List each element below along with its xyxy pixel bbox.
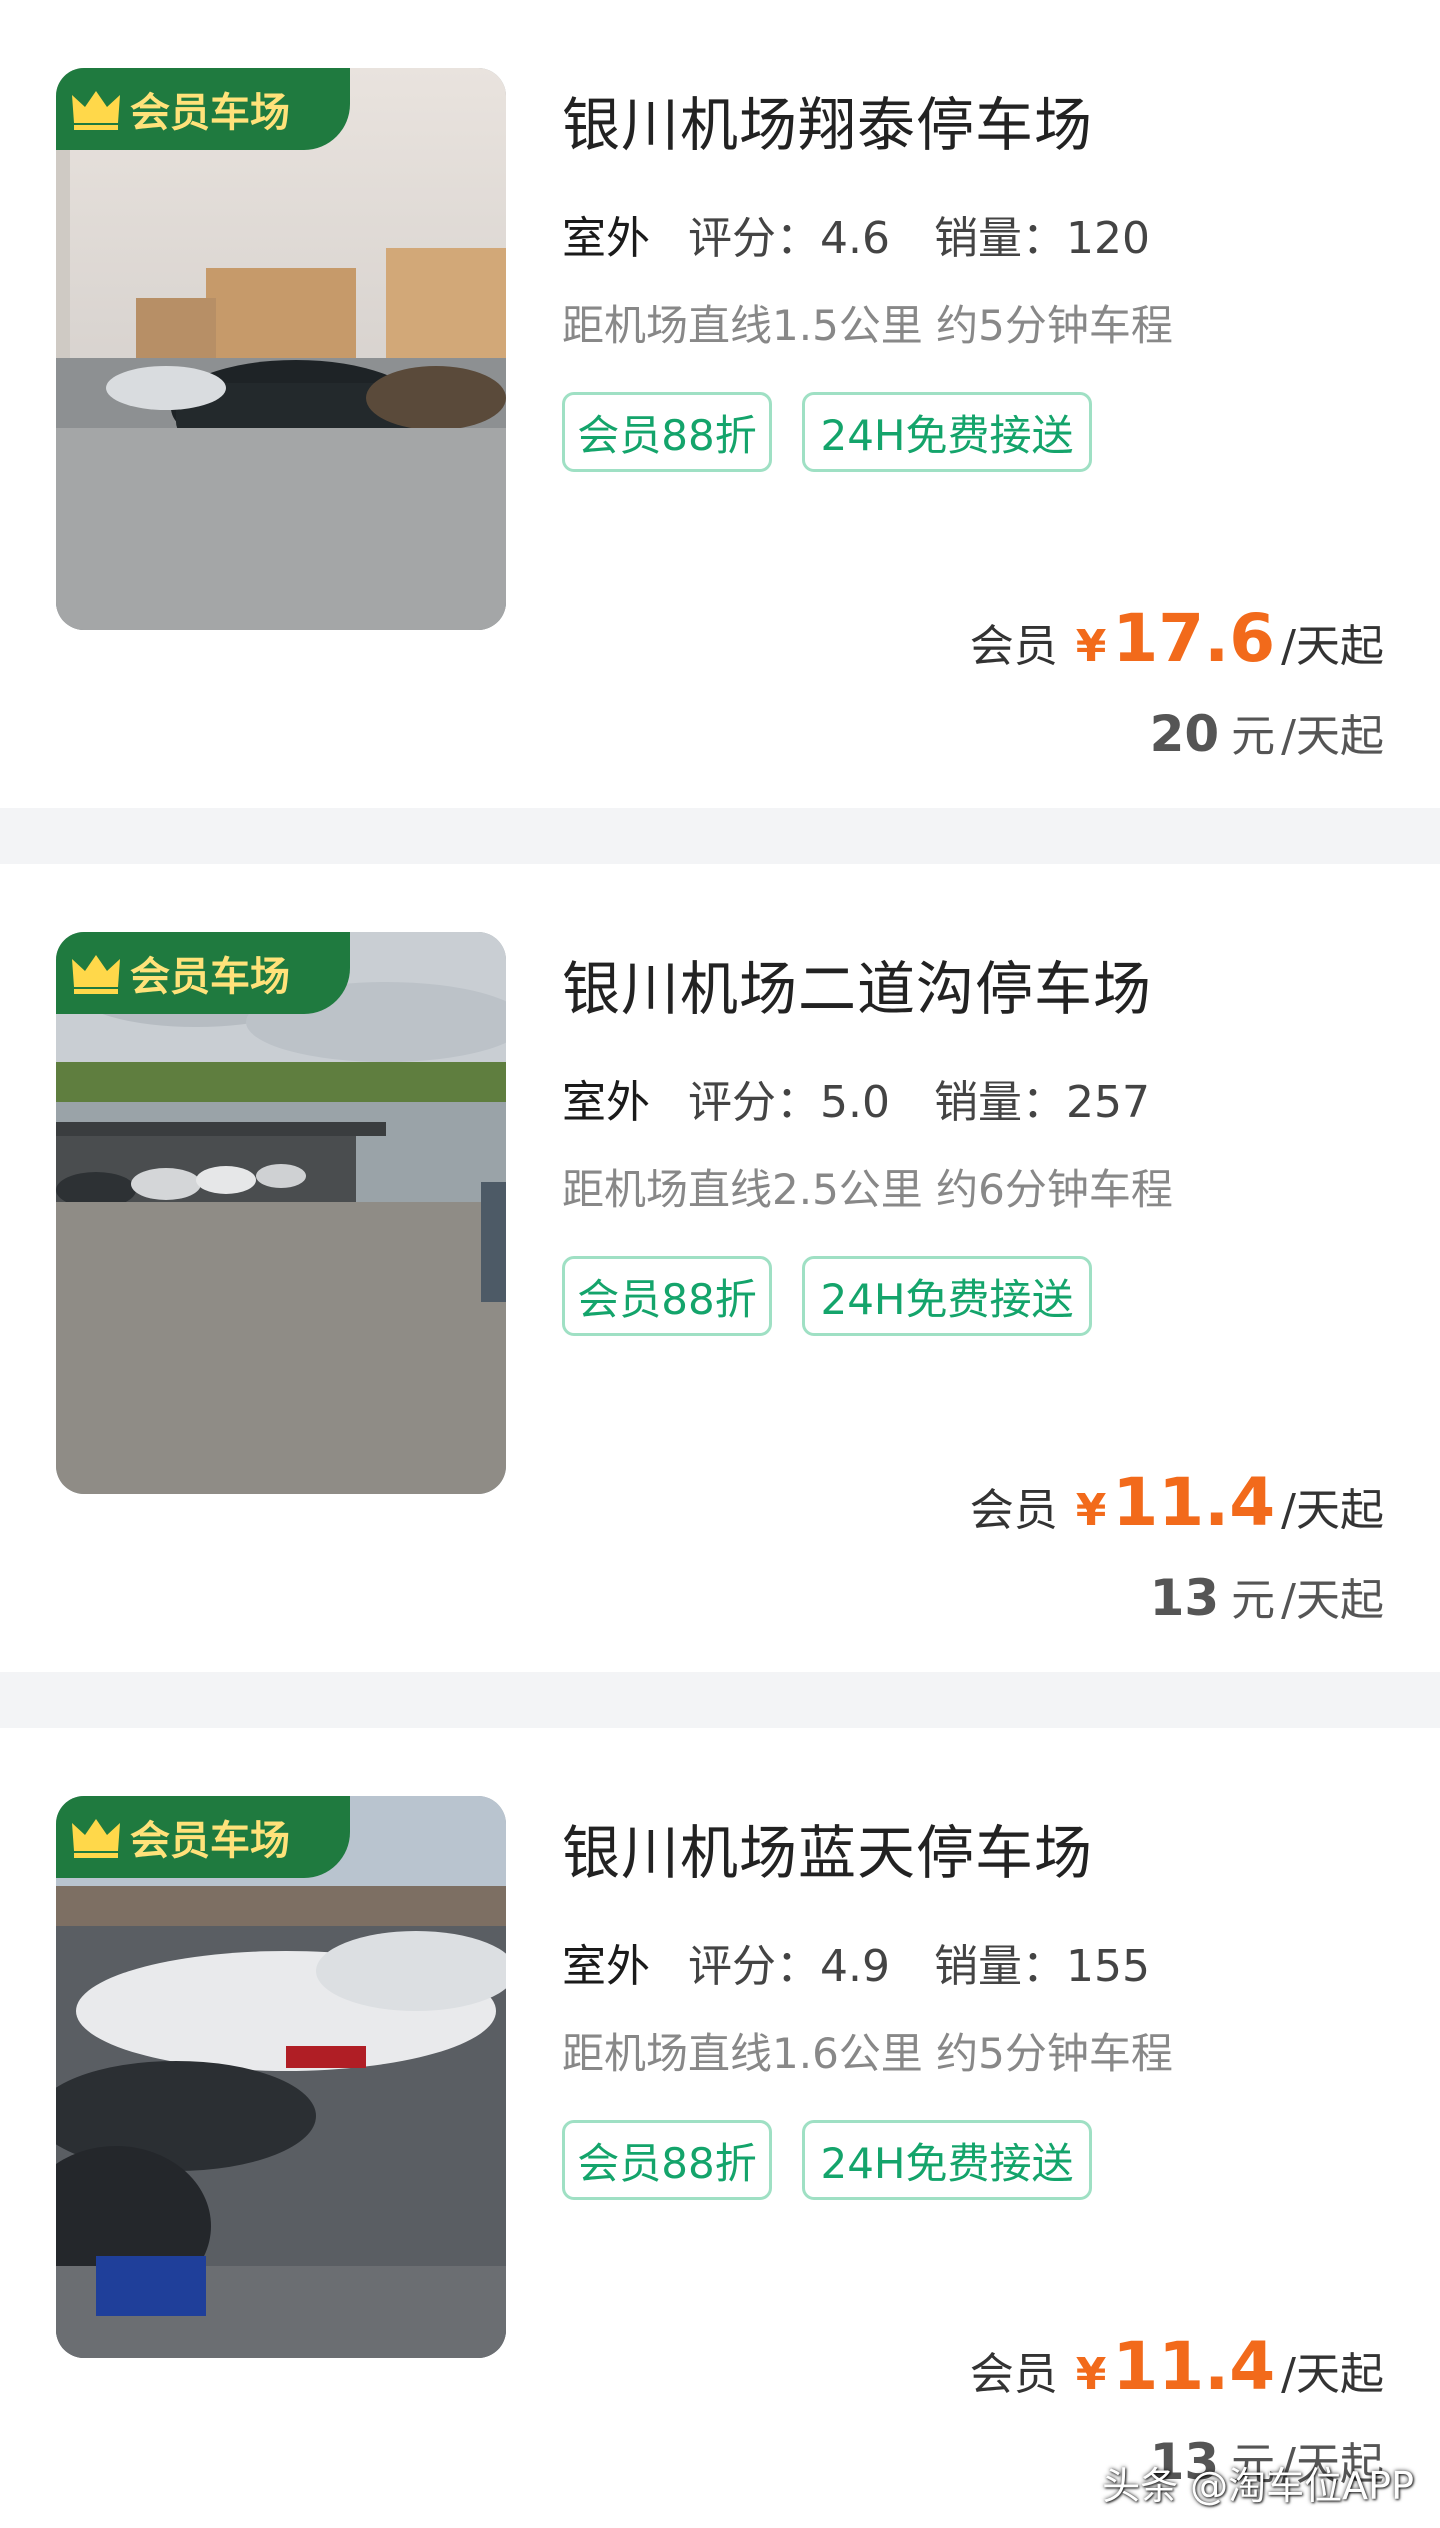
member-price-label: 会员 bbox=[969, 621, 1058, 672]
member-lot-badge: 会员车场 bbox=[56, 1796, 350, 1878]
member-lot-badge-label: 会员车场 bbox=[130, 954, 290, 1000]
parking-lot-meta: 室外 评分： 4.9 销量： 155 bbox=[558, 1930, 1194, 2002]
discount-tag: 会员88折 bbox=[562, 1256, 772, 1336]
parking-lot-card[interactable]: 会员车场 银川机场翔泰停车场 室外 评分： 4.6 销量： 120 距机场直线1… bbox=[0, 0, 1440, 808]
per-day-unit: /天起 bbox=[1281, 2349, 1384, 2400]
distance-text: 距机场直线2.5公里 约6分钟车程 bbox=[562, 1165, 1173, 1214]
currency-symbol: ¥ bbox=[1075, 1485, 1107, 1536]
parking-lot-title[interactable]: 银川机场蓝天停车场 bbox=[562, 1806, 1093, 1890]
distance-text: 距机场直线1.5公里 约5分钟车程 bbox=[562, 301, 1173, 350]
yuan-unit: 元 bbox=[1231, 711, 1276, 762]
member-lot-badge-label: 会员车场 bbox=[130, 1818, 290, 1864]
member-lot-badge: 会员车场 bbox=[56, 68, 350, 150]
member-price: 会员 ¥ 17.6 /天起 bbox=[970, 600, 1384, 677]
parking-lot-card[interactable]: 会员车场 银川机场蓝天停车场 室外 评分： 4.9 销量： 155 距机场直线1… bbox=[0, 1728, 1440, 2528]
lot-type-label: 室外 bbox=[562, 1941, 650, 1992]
parking-lot-title[interactable]: 银川机场翔泰停车场 bbox=[562, 78, 1093, 162]
parking-lot-photo[interactable]: 会员车场 bbox=[56, 68, 506, 630]
parking-lot-photo[interactable]: 会员车场 bbox=[56, 932, 506, 1494]
lot-type-outdoor: 室外 bbox=[558, 1066, 654, 1138]
per-day-unit: /天起 bbox=[1281, 1485, 1384, 1536]
lot-type-label: 室外 bbox=[562, 1077, 650, 1128]
rating-label: 评分： bbox=[688, 1077, 820, 1128]
normal-price: 13 元 /天起 bbox=[1150, 1564, 1384, 1628]
sales-label: 销量： bbox=[933, 1941, 1066, 1992]
lot-type-label: 室外 bbox=[562, 213, 650, 264]
normal-price-value: 20 bbox=[1149, 705, 1220, 763]
member-lot-badge-label: 会员车场 bbox=[130, 90, 290, 136]
sales-label: 销量： bbox=[933, 213, 1066, 264]
parking-lot-photo-image bbox=[56, 1796, 506, 2358]
parking-lot-photo-image bbox=[56, 932, 506, 1494]
per-day-unit: /天起 bbox=[1281, 621, 1384, 672]
normal-price-value: 13 bbox=[1149, 1569, 1220, 1627]
currency-symbol: ¥ bbox=[1075, 2349, 1107, 2400]
member-price-label: 会员 bbox=[969, 2349, 1058, 2400]
card-divider bbox=[0, 1672, 1440, 1728]
normal-price: 20 元 /天起 bbox=[1150, 700, 1384, 764]
lot-type-outdoor: 室外 bbox=[558, 1930, 654, 2002]
card-divider bbox=[0, 808, 1440, 864]
rating-value: 4.6 bbox=[820, 213, 890, 264]
yuan-unit: 元 bbox=[1231, 1575, 1276, 1626]
shuttle-tag: 24H免费接送 bbox=[802, 2120, 1092, 2200]
parking-lot-meta: 室外 评分： 5.0 销量： 257 bbox=[558, 1066, 1194, 1138]
sales-label: 销量： bbox=[933, 1077, 1066, 1128]
member-price-label: 会员 bbox=[969, 1485, 1058, 1536]
rating-label: 评分： bbox=[688, 1941, 820, 1992]
rating-label: 评分： bbox=[688, 213, 820, 264]
rating-value: 5.0 bbox=[820, 1077, 890, 1128]
crown-icon bbox=[72, 955, 120, 994]
parking-lot-card[interactable]: 会员车场 银川机场二道沟停车场 室外 评分： 5.0 销量： 257 距机场直线… bbox=[0, 864, 1440, 1672]
watermark: 头条 @淘车位APP bbox=[1102, 2464, 1414, 2508]
member-lot-badge: 会员车场 bbox=[56, 932, 350, 1014]
discount-tag: 会员88折 bbox=[562, 392, 772, 472]
sales-value: 257 bbox=[1065, 1077, 1150, 1128]
sales-value: 120 bbox=[1065, 213, 1150, 264]
currency-symbol: ¥ bbox=[1075, 621, 1107, 672]
distance-text: 距机场直线1.6公里 约5分钟车程 bbox=[562, 2029, 1173, 2078]
member-price-value: 17.6 bbox=[1112, 600, 1276, 677]
member-price-value: 11.4 bbox=[1112, 2328, 1276, 2405]
member-price: 会员 ¥ 11.4 /天起 bbox=[970, 1464, 1384, 1541]
parking-lot-title[interactable]: 银川机场二道沟停车场 bbox=[562, 942, 1152, 1026]
member-price-value: 11.4 bbox=[1112, 1464, 1276, 1541]
member-price: 会员 ¥ 11.4 /天起 bbox=[970, 2328, 1384, 2405]
rating-value: 4.9 bbox=[820, 1941, 890, 1992]
per-day-unit: /天起 bbox=[1281, 711, 1384, 762]
crown-icon bbox=[72, 91, 120, 130]
crown-icon bbox=[72, 1819, 120, 1858]
discount-tag: 会员88折 bbox=[562, 2120, 772, 2200]
shuttle-tag: 24H免费接送 bbox=[802, 1256, 1092, 1336]
parking-lot-photo-image bbox=[56, 68, 506, 630]
per-day-unit: /天起 bbox=[1281, 1575, 1384, 1626]
lot-type-outdoor: 室外 bbox=[558, 202, 654, 274]
parking-lot-meta: 室外 评分： 4.6 销量： 120 bbox=[558, 202, 1194, 274]
sales-value: 155 bbox=[1065, 1941, 1150, 1992]
parking-lot-photo[interactable]: 会员车场 bbox=[56, 1796, 506, 2358]
shuttle-tag: 24H免费接送 bbox=[802, 392, 1092, 472]
